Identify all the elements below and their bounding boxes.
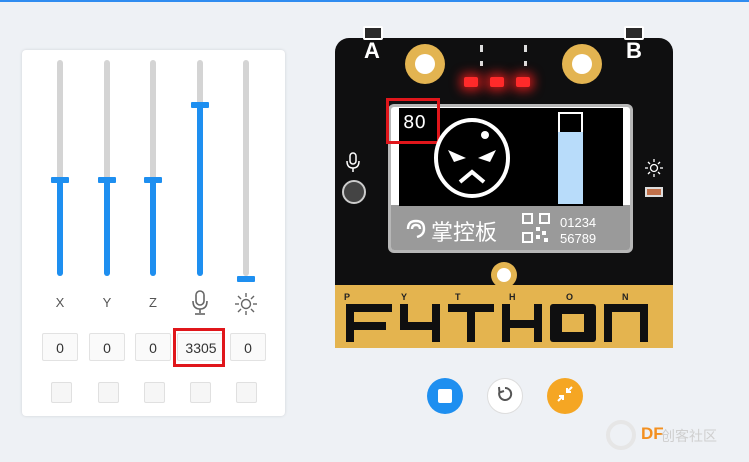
stop-icon (438, 389, 452, 403)
value-x: 0 (42, 333, 78, 361)
pin-letter-y: Y (401, 292, 408, 302)
checkbox-light[interactable] (236, 382, 257, 403)
value-y: 0 (89, 333, 125, 361)
sun-icon (234, 292, 258, 316)
board-microphone-icon (345, 152, 361, 174)
led-1 (464, 77, 478, 87)
highlight-sound-value (173, 328, 225, 367)
slider-light[interactable] (236, 60, 256, 282)
watermark-sub: 创客社区 (661, 428, 717, 444)
python-logo-art (344, 300, 666, 344)
reset-icon (496, 385, 514, 408)
microphone-icon (190, 290, 210, 316)
sensor-panel: X Y Z 0 0 0 3305 0 (22, 50, 285, 416)
stop-button[interactable] (427, 378, 463, 414)
screen-brand-text: 掌控板 (431, 221, 498, 246)
checkbox-y[interactable] (98, 382, 119, 403)
collapse-icon (556, 385, 574, 408)
slider-z[interactable] (143, 60, 163, 276)
pin-letter-o: O (566, 292, 574, 302)
led-3 (516, 77, 530, 87)
pin-letter-p: P (344, 292, 351, 302)
slider-sound[interactable] (190, 60, 210, 276)
pin-left-hole (415, 54, 435, 74)
button-a-label: A (364, 38, 380, 63)
screen-digits-1: 01234 (560, 215, 597, 230)
value-light: 0 (230, 333, 266, 361)
slider-x[interactable] (50, 60, 70, 276)
collapse-button[interactable] (547, 378, 583, 414)
screen-level-fill (558, 132, 583, 204)
connector-dot (524, 61, 527, 66)
connector-dot (524, 45, 527, 52)
swirl-logo-icon (404, 217, 428, 241)
checkbox-sound[interactable] (190, 382, 211, 403)
checkbox-z[interactable] (144, 382, 165, 403)
pin-letter-t: T (455, 292, 461, 302)
touch-pad-center (497, 268, 511, 282)
axis-label-y: Y (102, 295, 112, 310)
board-microphone-hole (342, 180, 366, 204)
value-z: 0 (135, 333, 171, 361)
axis-label-x: X (55, 295, 65, 310)
top-accent-line (0, 0, 749, 2)
angry-face-icon (432, 112, 512, 200)
slider-y[interactable] (97, 60, 117, 276)
board-sun-icon (645, 159, 663, 177)
led-2 (490, 77, 504, 87)
axis-label-z: Z (149, 295, 157, 310)
reset-button[interactable] (487, 378, 523, 414)
screen-digits-2: 56789 (560, 231, 597, 246)
button-b-label: B (626, 38, 642, 63)
light-sensor (645, 187, 663, 197)
pin-letter-h: H (509, 292, 516, 302)
connector-dot (480, 45, 483, 52)
qr-code-icon (522, 213, 550, 243)
watermark-swirl-icon (606, 420, 636, 450)
checkbox-x[interactable] (51, 382, 72, 403)
pin-letter-n: N (622, 292, 629, 302)
pin-right-hole (572, 54, 592, 74)
connector-dot (480, 61, 483, 66)
